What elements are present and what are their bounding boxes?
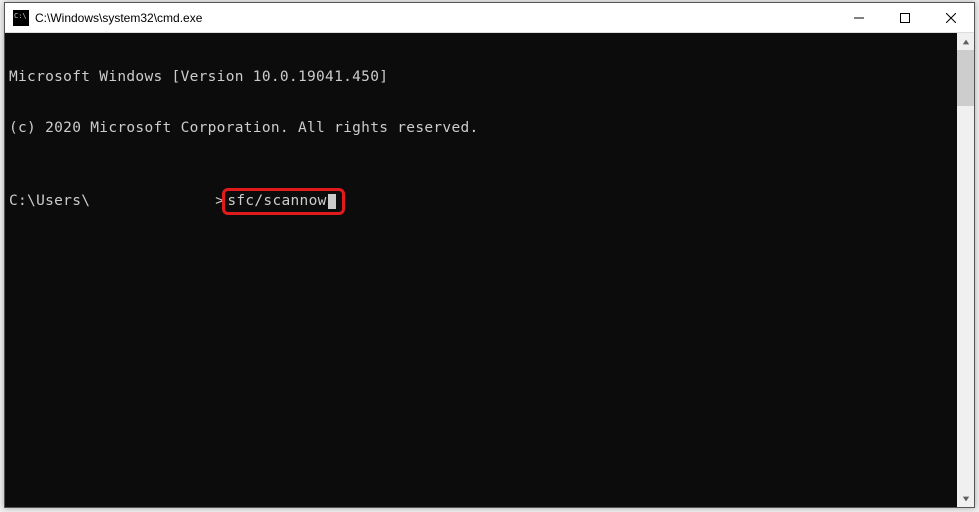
- chevron-down-icon: [962, 495, 970, 503]
- minimize-button[interactable]: [836, 3, 882, 32]
- client-area: Microsoft Windows [Version 10.0.19041.45…: [5, 33, 974, 507]
- window-controls: [836, 3, 974, 32]
- vertical-scrollbar[interactable]: [957, 33, 974, 507]
- maximize-button[interactable]: [882, 3, 928, 32]
- terminal-line-copyright: (c) 2020 Microsoft Corporation. All righ…: [9, 120, 953, 137]
- command-highlight: sfc/scannow: [222, 188, 344, 215]
- scroll-up-button[interactable]: [957, 33, 974, 50]
- scrollbar-track[interactable]: [957, 50, 974, 490]
- scroll-down-button[interactable]: [957, 490, 974, 507]
- scrollbar-thumb[interactable]: [957, 50, 974, 106]
- cmd-window: C:\Windows\system32\cmd.exe Microsoft Wi…: [4, 2, 975, 508]
- close-button[interactable]: [928, 3, 974, 32]
- command-text: sfc/scannow: [227, 193, 326, 209]
- titlebar[interactable]: C:\Windows\system32\cmd.exe: [5, 3, 974, 33]
- prompt-line: C:\Users\>sfc/scannow: [9, 188, 953, 215]
- maximize-icon: [900, 13, 910, 23]
- text-cursor: [328, 194, 336, 209]
- chevron-up-icon: [962, 38, 970, 46]
- redacted-username: [90, 194, 215, 210]
- window-title: C:\Windows\system32\cmd.exe: [35, 11, 836, 25]
- close-icon: [946, 13, 956, 23]
- terminal-line-version: Microsoft Windows [Version 10.0.19041.45…: [9, 69, 953, 86]
- minimize-icon: [854, 13, 864, 23]
- cmd-icon: [13, 10, 29, 26]
- terminal[interactable]: Microsoft Windows [Version 10.0.19041.45…: [5, 33, 957, 507]
- prompt-prefix: C:\Users\: [9, 193, 90, 210]
